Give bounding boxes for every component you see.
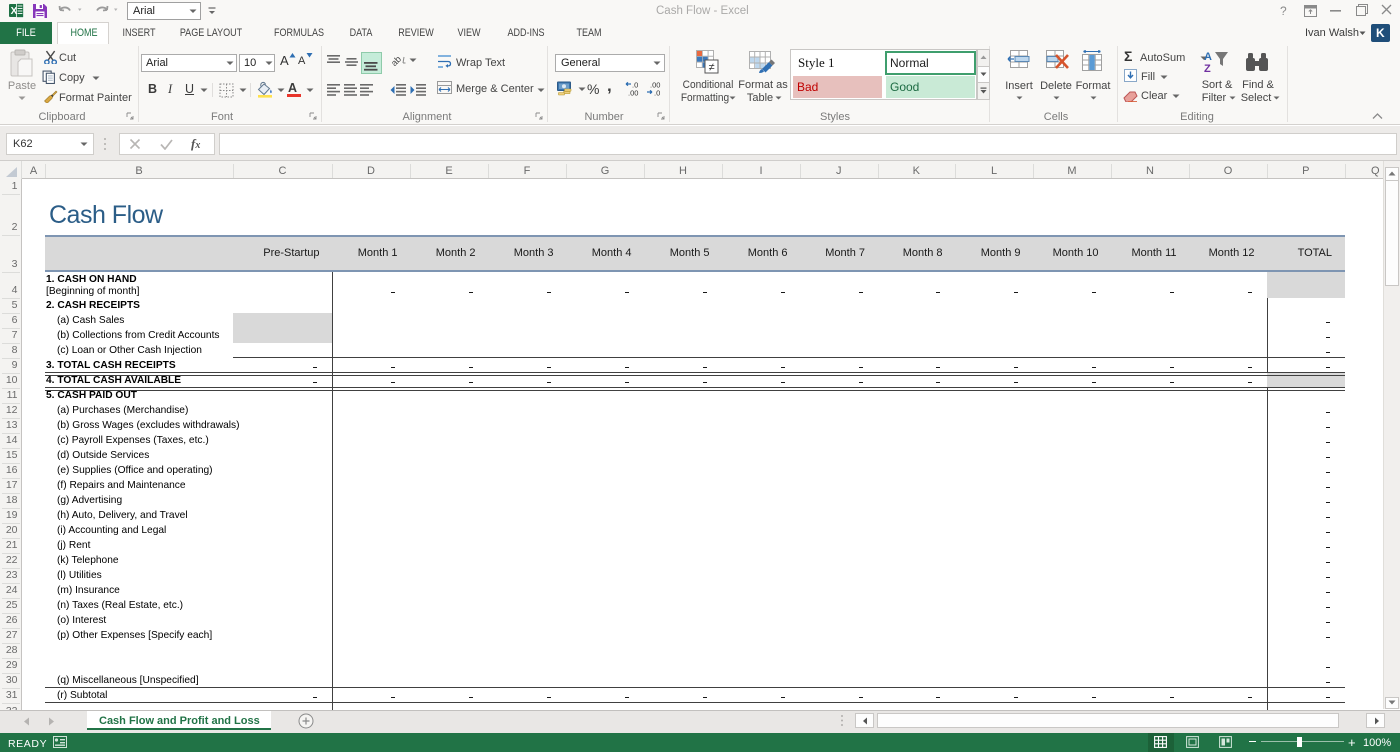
svg-text:X: X bbox=[11, 6, 18, 17]
svg-text:≠: ≠ bbox=[708, 62, 714, 74]
svg-text:.0: .0 bbox=[654, 89, 660, 97]
svg-text:Z: Z bbox=[1204, 63, 1211, 74]
svg-text:.00: .00 bbox=[628, 89, 638, 97]
svg-text:ab: ab bbox=[390, 54, 403, 68]
svg-text:A: A bbox=[1204, 51, 1212, 63]
